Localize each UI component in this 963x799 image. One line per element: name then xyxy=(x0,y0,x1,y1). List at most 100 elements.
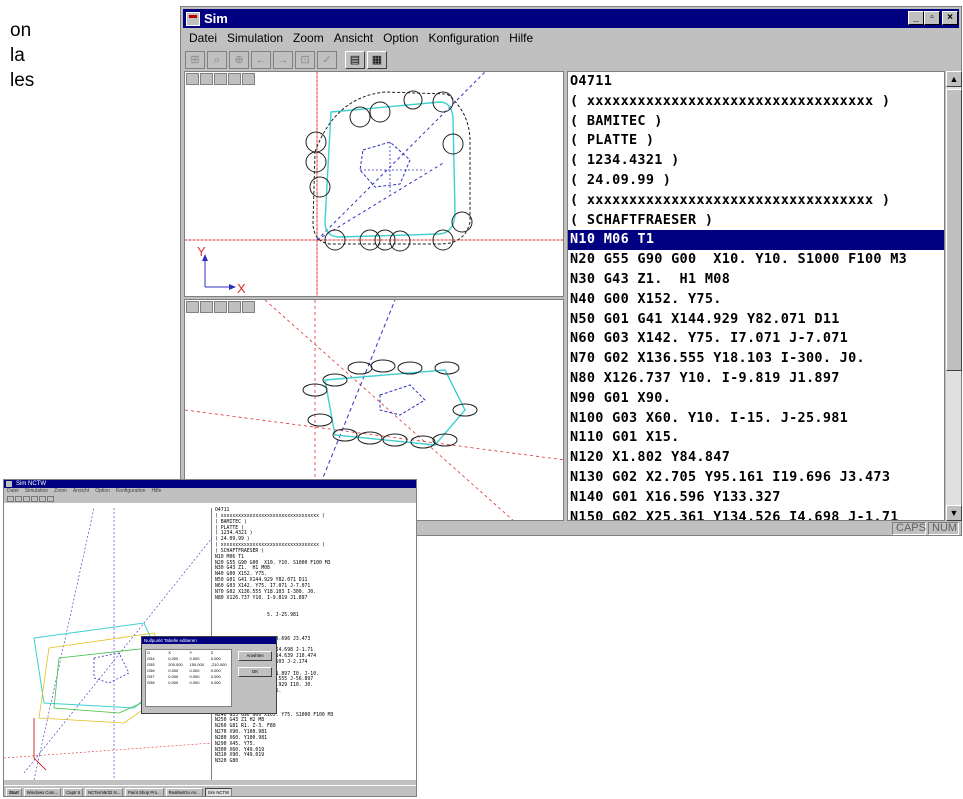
taskbar-item: Windows Com... xyxy=(23,787,62,796)
table-row: G58 0.000 0.000 0.000 xyxy=(146,680,231,686)
close-button[interactable]: × xyxy=(942,11,958,25)
toolbar: ⊞ ⌕ ⊕ ← → ⊡ ✓ ▤ ▦ xyxy=(185,49,387,71)
code-line[interactable]: ( SCHAFTFRAESER ) xyxy=(568,211,944,231)
window-title: Sim xyxy=(204,11,228,26)
code-line[interactable]: N30 G43 Z1. H1 M08 xyxy=(568,270,944,290)
scroll-thumb[interactable] xyxy=(946,89,962,371)
maximize-button[interactable]: ▫ xyxy=(924,11,940,25)
menu-konfiguration[interactable]: Konfiguration xyxy=(424,29,505,47)
code-line[interactable]: N120 X1.802 Y84.847 xyxy=(568,448,944,468)
pane-tool-icon[interactable] xyxy=(186,301,199,313)
app-icon[interactable] xyxy=(186,11,200,26)
scroll-down-icon[interactable]: ▼ xyxy=(946,505,962,521)
y-axis-label: Y xyxy=(197,244,206,259)
mini-menu-bar: Datei Simulation Zoom Ansicht Option Konfigur… xyxy=(4,488,416,495)
code-line[interactable]: ( PLATTE ) xyxy=(568,131,944,151)
window-controls: _ ▫ × xyxy=(908,11,958,25)
menu-zoom[interactable]: Zoom xyxy=(289,29,330,47)
mini-app-icon xyxy=(6,481,12,487)
pane-tool-icon[interactable] xyxy=(214,301,227,313)
taskbar-item: RealNetGo An... xyxy=(165,787,203,796)
mini-tool-icon xyxy=(47,496,54,502)
code-line[interactable]: ( 1234.4321 ) xyxy=(568,151,944,171)
dialog-ok-button: OK xyxy=(238,667,272,677)
nc-program-listing[interactable]: O4711( xxxxxxxxxxxxxxxxxxxxxxxxxxxxxxxxx… xyxy=(567,71,945,521)
menu-datei[interactable]: Datei xyxy=(185,29,223,47)
pan-left-icon[interactable]: ← xyxy=(251,51,271,69)
code-line[interactable]: O4711 xyxy=(568,72,944,92)
pane-toolbar xyxy=(186,301,255,313)
code-line[interactable]: ( 24.09.99 ) xyxy=(568,171,944,191)
measure-icon[interactable]: ✓ xyxy=(317,51,337,69)
code-line[interactable]: ( BAMITEC ) xyxy=(568,112,944,132)
code-line[interactable]: N110 G01 X15. xyxy=(568,428,944,448)
dialog-select-button: Anwhlen xyxy=(238,651,272,661)
mini-menu-item: Option xyxy=(95,488,110,494)
code-line[interactable]: N80 X126.737 Y10. I-9.819 J1.897 xyxy=(568,369,944,389)
code-line[interactable]: N70 G02 X136.555 Y18.103 I-300. J0. xyxy=(568,349,944,369)
top-view-drawing: Y X xyxy=(185,72,563,296)
side-text: on la les xyxy=(10,18,34,93)
code-line[interactable]: ( xxxxxxxxxxxxxxxxxxxxxxxxxxxxxxxxxx ) xyxy=(568,92,944,112)
pan-right-icon[interactable]: → xyxy=(273,51,293,69)
code-line[interactable]: N140 G01 X16.596 Y133.327 xyxy=(568,488,944,508)
code-line[interactable]: N90 G01 X90. xyxy=(568,389,944,409)
mini-menu-item: Ansicht xyxy=(72,488,90,494)
table-icon[interactable]: ▦ xyxy=(367,51,387,69)
listing-scrollbar[interactable]: ▲ ▼ xyxy=(945,71,962,521)
mini-tool-icon xyxy=(31,496,38,502)
mini-tool-icon xyxy=(23,496,30,502)
menu-hilfe[interactable]: Hilfe xyxy=(505,29,539,47)
num-indicator: NUM xyxy=(928,522,959,535)
menu-ansicht[interactable]: Ansicht xyxy=(330,29,379,47)
taskbar-item: Captr 5 xyxy=(63,787,84,796)
pane-tool-icon[interactable] xyxy=(214,73,227,85)
pane-tool-icon[interactable] xyxy=(228,301,241,313)
code-line[interactable]: ( xxxxxxxxxxxxxxxxxxxxxxxxxxxxxxxxxx ) xyxy=(568,191,944,211)
mini-window-title: Sim NCTW xyxy=(16,481,46,487)
minimize-button[interactable]: _ xyxy=(908,11,924,25)
mini-code-line: N320 G80 xyxy=(215,759,239,765)
pane-tool-icon[interactable] xyxy=(242,73,255,85)
top-view-pane[interactable]: Y X xyxy=(184,71,564,297)
code-line[interactable]: N130 G02 X2.705 Y95.161 I19.696 J3.473 xyxy=(568,468,944,488)
code-line[interactable]: N20 G55 G90 G00 X10. Y10. S1000 F100 M3 xyxy=(568,250,944,270)
scroll-up-icon[interactable]: ▲ xyxy=(946,71,962,87)
print-icon[interactable]: ▤ xyxy=(345,51,365,69)
menu-bar: Datei Simulation Zoom Ansicht Option Kon… xyxy=(185,29,539,47)
pane-tool-icon[interactable] xyxy=(242,301,255,313)
pane-toolbar xyxy=(186,73,255,85)
mini-menu-item: Konfiguration xyxy=(115,488,146,494)
sim-window: Sim _ ▫ × Datei Simulation Zoom Ansicht … xyxy=(180,6,962,536)
zoom-window-icon[interactable]: ⊞ xyxy=(185,51,205,69)
pane-tool-icon[interactable] xyxy=(228,73,241,85)
zoom-in-icon[interactable]: ⌕ xyxy=(207,51,227,69)
code-line[interactable]: N100 G03 X60. Y10. I-15. J-25.981 xyxy=(568,409,944,429)
mini-menu-item: Simulation xyxy=(24,488,49,494)
mini-tool-icon xyxy=(7,496,14,502)
mini-toolbar xyxy=(4,495,416,503)
pane-tool-icon[interactable] xyxy=(200,73,213,85)
zoom-out-icon[interactable]: ⊕ xyxy=(229,51,249,69)
mini-tool-icon xyxy=(15,496,22,502)
pane-tool-icon[interactable] xyxy=(186,73,199,85)
menu-option[interactable]: Option xyxy=(379,29,424,47)
x-axis-label: X xyxy=(237,281,246,296)
mini-tool-icon xyxy=(39,496,46,502)
code-line[interactable]: N50 G01 G41 X144.929 Y82.071 D11 xyxy=(568,310,944,330)
dialog-title: Nullpunkt Tabelle editieren xyxy=(142,637,276,644)
side-text-line: on xyxy=(10,20,32,41)
mini-menu-item: Zoom xyxy=(54,488,67,494)
mini-title-bar: Sim NCTW xyxy=(4,480,416,488)
code-line[interactable]: N150 G02 X25.361 Y134.526 I4.698 J-1.71 xyxy=(568,508,944,520)
fit-view-icon[interactable]: ⊡ xyxy=(295,51,315,69)
caps-indicator: CAPS xyxy=(892,522,926,535)
taskbar-item: Paint Shop Pro... xyxy=(125,787,164,796)
pane-tool-icon[interactable] xyxy=(200,301,213,313)
code-line[interactable]: N60 G03 X142. Y75. I7.071 J-7.071 xyxy=(568,329,944,349)
code-line[interactable]: N40 G00 X152. Y75. xyxy=(568,290,944,310)
menu-simulation[interactable]: Simulation xyxy=(223,29,289,47)
title-bar[interactable]: Sim _ ▫ × xyxy=(183,9,959,28)
code-line[interactable]: N10 M06 T1 xyxy=(568,230,944,251)
table-cell: G58 xyxy=(147,680,155,685)
